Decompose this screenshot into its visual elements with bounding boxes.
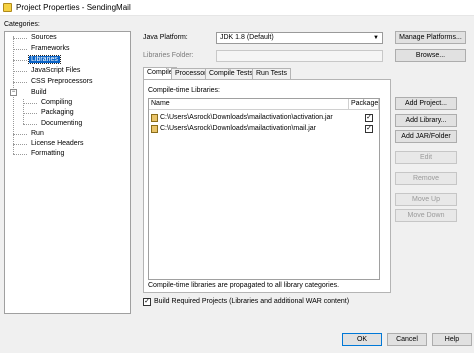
netbeans-app-icon [3,3,12,12]
library-path: C:\Users\Asrock\Downloads\mailactivation… [160,114,333,121]
browse-button[interactable]: Browse... [395,49,466,62]
tree-item-sources[interactable]: Sources [29,33,59,43]
tree-item-compiling[interactable]: Compiling [39,98,74,108]
tree-item-formatting[interactable]: Formatting [29,149,66,159]
libraries-table[interactable]: Name Package C:\Users\Asrock\Downloads\m… [148,98,380,280]
column-header-package[interactable]: Package [349,99,379,110]
move-up-button[interactable]: Move Up [395,193,457,206]
tree-connector-line [13,49,27,50]
categories-label: Categories: [4,21,40,28]
tree-connector-line [13,154,27,155]
tree-connector-line [13,71,27,72]
tree-connector-line [13,144,27,145]
categories-tree[interactable]: − Sources Frameworks Libraries JavaScrip… [4,31,131,314]
tab-compile-tests[interactable]: Compile Tests [205,68,257,79]
tab-run-tests[interactable]: Run Tests [252,68,291,79]
propagation-note: Compile-time libraries are propagated to… [148,282,340,289]
jar-file-icon [151,125,158,133]
add-library-button[interactable]: Add Library... [395,114,457,127]
collapse-toggle-icon[interactable]: − [10,89,17,96]
chevron-down-icon: ▼ [373,35,379,41]
tree-item-frameworks[interactable]: Frameworks [29,44,72,54]
build-required-label: Build Required Projects (Libraries and a… [154,298,350,305]
cancel-button[interactable]: Cancel [387,333,427,346]
edit-button[interactable]: Edit [395,151,457,164]
build-required-checkbox[interactable]: ✓ [143,298,151,306]
tree-item-license-headers[interactable]: License Headers [29,139,86,149]
ok-button[interactable]: OK [342,333,382,346]
title-bar: Project Properties - SendingMail [0,0,474,16]
package-checkbox[interactable]: ✓ [365,114,373,122]
tree-connector-line [13,38,27,39]
library-path: C:\Users\Asrock\Downloads\mailactivation… [160,125,316,132]
tree-connector-line [13,134,27,135]
tree-item-css-preprocessors[interactable]: CSS Preprocessors [29,77,94,87]
java-platform-label: Java Platform: [143,34,188,41]
tree-item-packaging[interactable]: Packaging [39,108,76,118]
column-header-name[interactable]: Name [149,99,349,110]
tree-item-run[interactable]: Run [29,129,46,139]
help-button[interactable]: Help [432,333,472,346]
add-jar-folder-button[interactable]: Add JAR/Folder [395,130,457,143]
compile-libraries-label: Compile-time Libraries: [148,87,220,94]
tree-item-documenting[interactable]: Documenting [39,119,84,129]
java-platform-select[interactable]: JDK 1.8 (Default) ▼ [216,32,383,44]
tree-item-libraries[interactable]: Libraries [28,55,61,65]
jar-file-icon [151,114,158,122]
remove-button[interactable]: Remove [395,172,457,185]
tree-connector-line [23,113,37,114]
tree-item-build[interactable]: Build [29,88,49,98]
table-row[interactable]: C:\Users\Asrock\Downloads\mailactivation… [149,124,379,134]
add-project-button[interactable]: Add Project... [395,97,457,110]
manage-platforms-button[interactable]: Manage Platforms... [395,31,466,44]
tree-item-javascript-files[interactable]: JavaScript Files [29,66,82,76]
libraries-folder-label: Libraries Folder: [143,52,194,59]
java-platform-value: JDK 1.8 (Default) [220,34,274,41]
table-row[interactable]: C:\Users\Asrock\Downloads\mailactivation… [149,113,379,123]
move-down-button[interactable]: Move Down [395,209,457,222]
tree-connector-line [23,124,37,125]
window-title: Project Properties - SendingMail [16,3,131,12]
tree-connector-line [13,60,27,61]
package-checkbox[interactable]: ✓ [365,125,373,133]
tree-connector-line [23,103,37,104]
libraries-folder-field[interactable] [216,50,383,62]
tree-connector-line [13,82,27,83]
